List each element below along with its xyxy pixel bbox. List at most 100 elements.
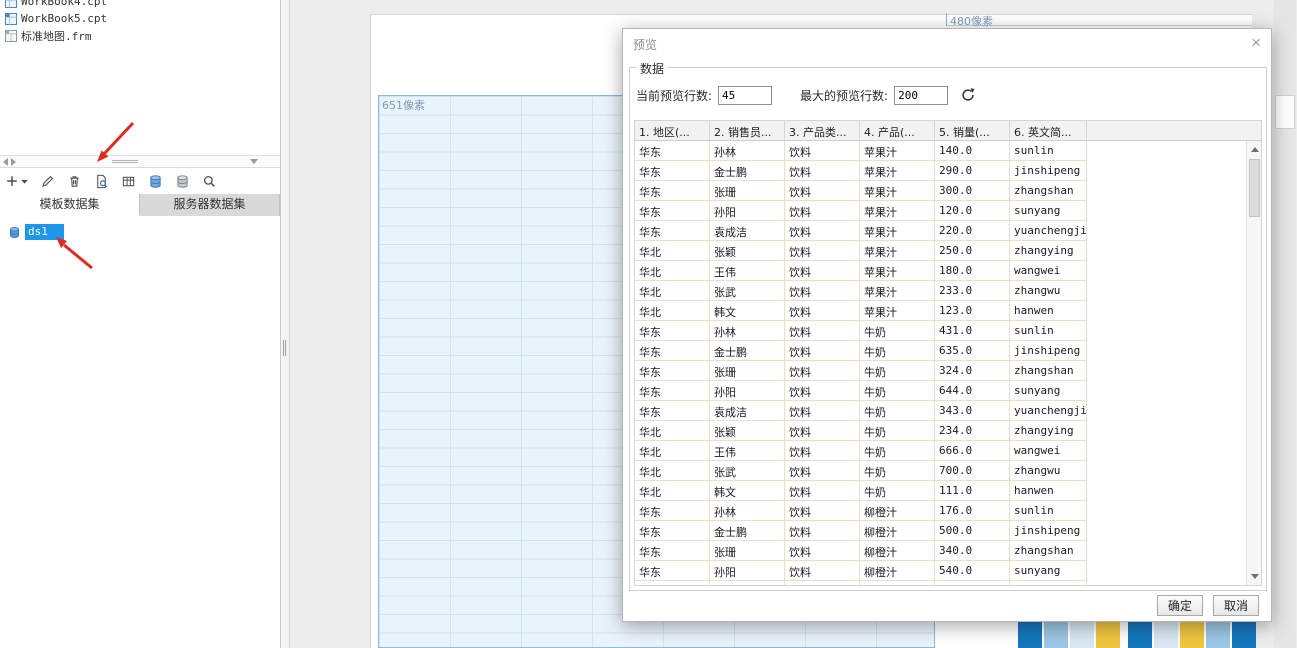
panel-splitter-vertical[interactable]	[281, 0, 290, 648]
refresh-button[interactable]	[960, 87, 976, 103]
scrollbar-thumb[interactable]	[1249, 159, 1260, 217]
close-icon[interactable]: ×	[1251, 33, 1261, 53]
table-row: 华东 张珊 饮料 牛奶 324.0 zhangshan	[635, 361, 1246, 381]
table-cell: 牛奶	[860, 421, 935, 441]
table-cell: 柳橙汁	[860, 501, 935, 521]
preview-dataset-button[interactable]	[92, 172, 111, 191]
table-row: 华北 韩文 饮料 牛奶 111.0 hanwen	[635, 481, 1246, 501]
table-cell: 华北	[635, 481, 710, 501]
table-cell: 苹果汁	[860, 181, 935, 201]
table-row: 华北 王伟 饮料 苹果汁 180.0 wangwei	[635, 261, 1246, 281]
table-cell: 700.0	[935, 461, 1010, 481]
ok-button[interactable]: 确定	[1157, 595, 1203, 616]
table-cell: sunyang	[1010, 561, 1087, 581]
dataset-list: ds1	[0, 222, 280, 242]
table-cell: 644.0	[935, 381, 1010, 401]
dataset-item-ds1[interactable]: ds1	[0, 222, 280, 242]
table-cell: 540.0	[935, 561, 1010, 581]
table-cell: 饮料	[785, 221, 860, 241]
canvas-width-label: 480像素	[950, 15, 993, 28]
table-cell: 王伟	[710, 261, 785, 281]
copy-dataset-button[interactable]	[146, 172, 165, 191]
pane-splitter-horizontal[interactable]	[0, 155, 280, 168]
edit-sql-button[interactable]	[119, 172, 138, 191]
table-vertical-scrollbar[interactable]	[1246, 141, 1261, 585]
table-cell: 孙阳	[710, 201, 785, 221]
table-cell: 华东	[635, 521, 710, 541]
table-cell: 袁成洁	[710, 221, 785, 241]
scroll-down-icon[interactable]	[1247, 569, 1261, 584]
add-dataset-button[interactable]	[3, 172, 30, 190]
table-grid-icon	[122, 176, 135, 186]
column-header: 6. 英文简...	[1010, 121, 1087, 140]
table-cell: 饮料	[785, 541, 860, 561]
table-cell: 290.0	[935, 161, 1010, 181]
collapse-right-icon[interactable]	[11, 157, 16, 166]
table-cell: 饮料	[785, 241, 860, 261]
header-filler	[1087, 121, 1261, 140]
table-cell: 牛奶	[860, 481, 935, 501]
annotation-arrows	[56, 121, 135, 270]
splitter-grip[interactable]	[283, 340, 286, 356]
tab-server-datasets[interactable]: 服务器数据集	[140, 194, 280, 216]
table-cell: 华东	[635, 561, 710, 581]
table-cell: 300.0	[935, 181, 1010, 201]
table-cell: 苹果汁	[860, 201, 935, 221]
plus-icon	[7, 176, 17, 186]
table-cell: 袁成洁	[710, 581, 785, 585]
table-cell: 饮料	[785, 401, 860, 421]
collapse-down-icon[interactable]	[250, 159, 258, 164]
table-cell: 柳橙汁	[860, 561, 935, 581]
table-row: 华北 张武 饮料 苹果汁 233.0 zhangwu	[635, 281, 1246, 301]
search-dataset-button[interactable]	[200, 172, 219, 191]
table-cell: 500.0	[935, 521, 1010, 541]
dialog-title: 预览	[633, 38, 658, 52]
delete-dataset-button[interactable]	[65, 172, 84, 191]
file-tree-item[interactable]: WorkBook4.cpt	[2, 0, 278, 10]
max-rows-label: 最大的预览行数:	[800, 88, 889, 103]
finereport-designer-window: WorkBook4.cpt WorkBook5.cpt 标准地图.frm 模板数…	[0, 0, 1297, 648]
frm-file-icon	[5, 29, 17, 42]
table-cell: sunlin	[1010, 321, 1087, 341]
server-dataset-button[interactable]	[173, 172, 192, 191]
table-cell: 华东	[635, 501, 710, 521]
table-cell: 饮料	[785, 441, 860, 461]
table-row: 华北 张颖 饮料 牛奶 234.0 zhangying	[635, 421, 1246, 441]
table-cell: 孙阳	[710, 561, 785, 581]
table-row: 华东 孙阳 饮料 柳橙汁 540.0 sunyang	[635, 561, 1246, 581]
scrollbar-thumb[interactable]	[1275, 95, 1295, 129]
tab-template-datasets[interactable]: 模板数据集	[0, 194, 140, 216]
table-cell: 华东	[635, 361, 710, 381]
current-rows-input[interactable]	[718, 85, 773, 105]
splitter-grip[interactable]	[112, 160, 138, 163]
table-cell: 饮料	[785, 561, 860, 581]
cpt-file-icon	[5, 12, 17, 25]
preview-dialog: 预览 × 数据 当前预览行数: 最大的预览行数: 1. 地区(...2. 销售员…	[622, 28, 1272, 622]
table-cell: 华东	[635, 381, 710, 401]
table-cell: zhangshan	[1010, 541, 1087, 561]
table-cell: 饮料	[785, 321, 860, 341]
file-tree-item[interactable]: 标准地图.frm	[2, 27, 278, 44]
edit-dataset-button[interactable]	[38, 172, 57, 191]
max-rows-input[interactable]	[894, 85, 949, 105]
file-tree-item[interactable]: WorkBook5.cpt	[2, 10, 278, 27]
table-row: 华东 金士鹏 饮料 柳橙汁 500.0 jinshipeng	[635, 521, 1246, 541]
table-cell: 孙林	[710, 321, 785, 341]
table-cell: jinshipeng	[1010, 521, 1087, 541]
groupbox-label: 数据	[636, 60, 669, 77]
table-cell: 张珊	[710, 361, 785, 381]
table-cell: 250.0	[935, 241, 1010, 261]
table-cell: 120.0	[935, 201, 1010, 221]
table-cell: 华北	[635, 281, 710, 301]
table-cell: 华北	[635, 461, 710, 481]
collapse-left-icon[interactable]	[3, 157, 8, 166]
table-row: 华北 张武 饮料 牛奶 700.0 zhangwu	[635, 461, 1246, 481]
scroll-up-icon[interactable]	[1247, 142, 1261, 157]
table-cell: 饮料	[785, 261, 860, 281]
table-cell: 饮料	[785, 501, 860, 521]
table-cell: sunyang	[1010, 201, 1087, 221]
table-cell: 孙林	[710, 141, 785, 161]
cancel-button[interactable]: 取消	[1213, 595, 1259, 616]
table-cell: 饮料	[785, 201, 860, 221]
canvas-vertical-scrollbar[interactable]	[1274, 0, 1296, 648]
